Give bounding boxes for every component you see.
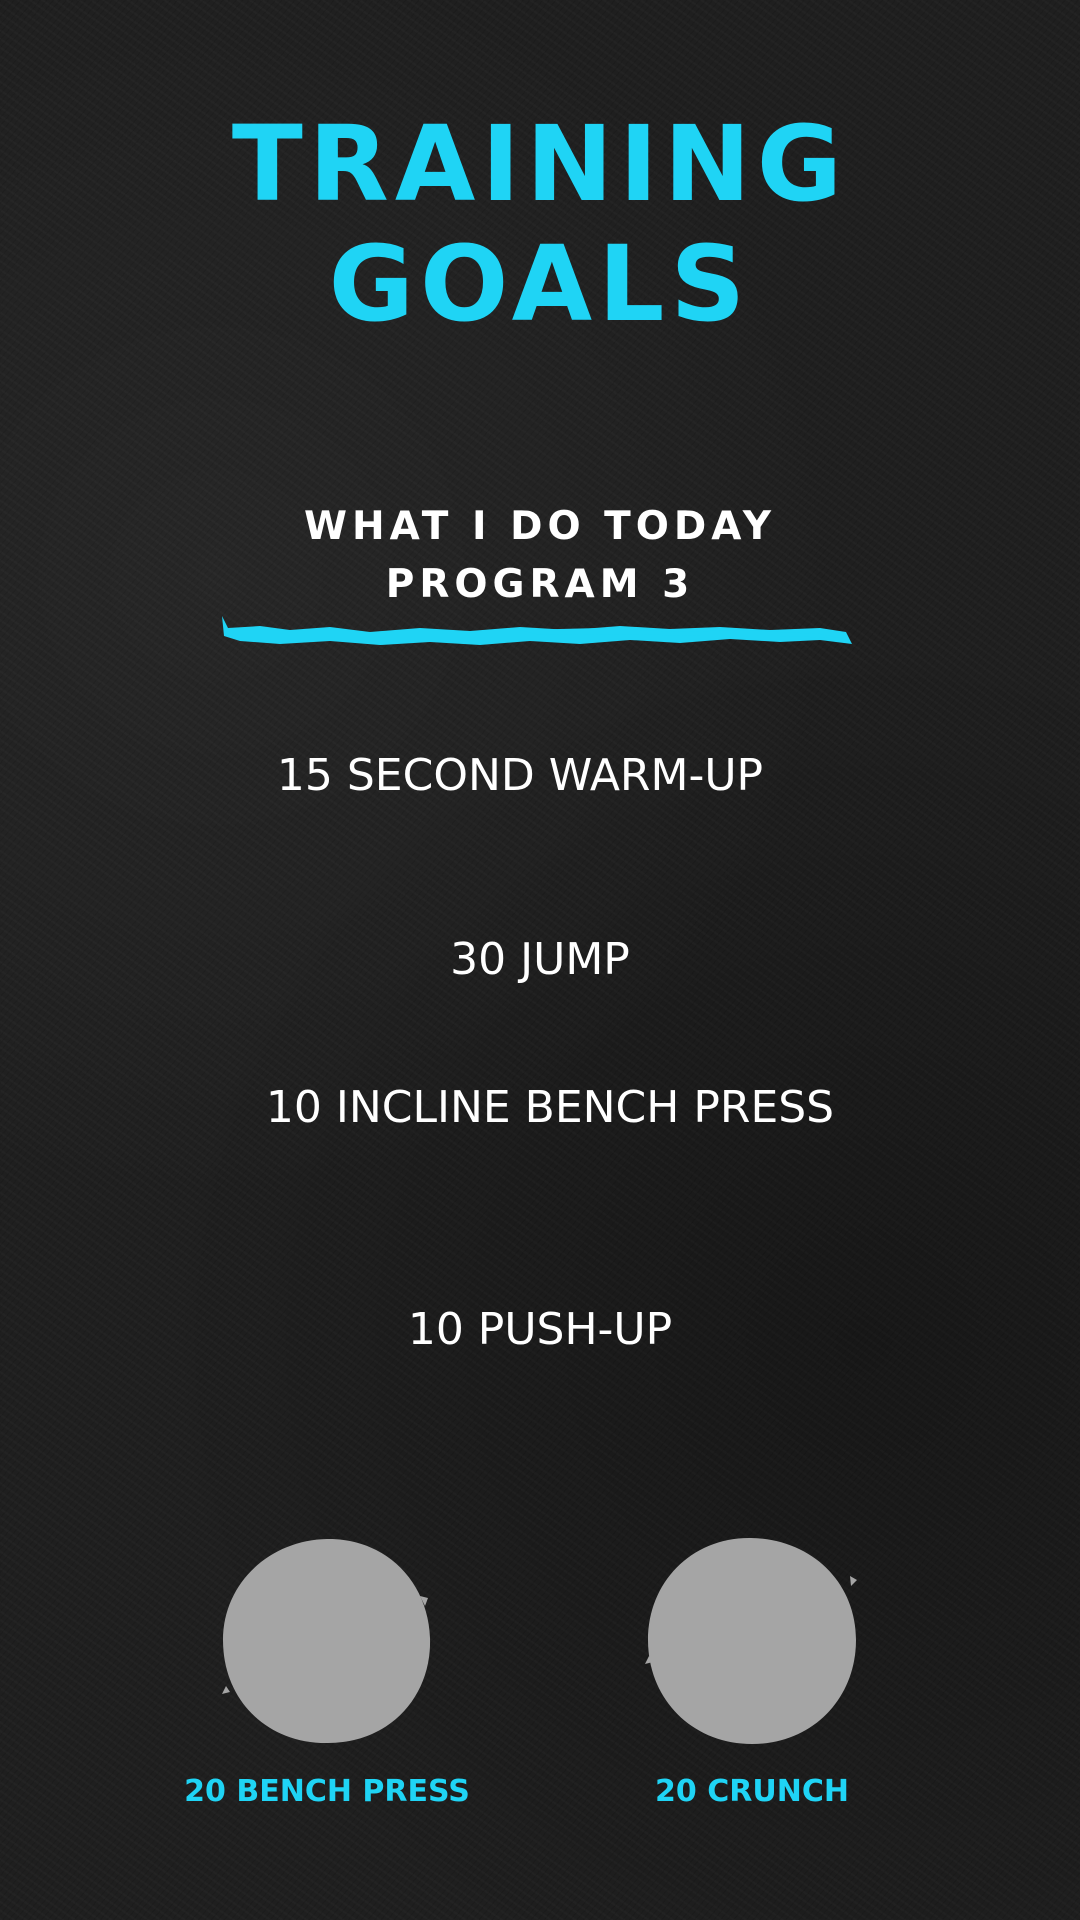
- exercise-item: 30 JUMP: [450, 934, 630, 985]
- title-line-training: TRAINING: [231, 103, 849, 225]
- brush-underline: [222, 616, 852, 645]
- subtitle-what-i-do-today: WHAT I DO TODAY: [303, 504, 776, 549]
- subtitle-program: PROGRAM 3: [385, 562, 695, 607]
- exercise-item: 10 INCLINE BENCH PRESS: [265, 1082, 835, 1133]
- highlight-label: 20 BENCH PRESS: [184, 1774, 470, 1809]
- image-placeholder-circle: [222, 1538, 431, 1744]
- highlight-label: 20 CRUNCH: [655, 1774, 849, 1809]
- exercise-item: 10 PUSH-UP: [407, 1304, 673, 1355]
- exercise-item: 15 SECOND WARM-UP: [276, 750, 764, 801]
- title-line-goals: GOALS: [328, 223, 752, 345]
- image-placeholder-circle: [645, 1537, 857, 1744]
